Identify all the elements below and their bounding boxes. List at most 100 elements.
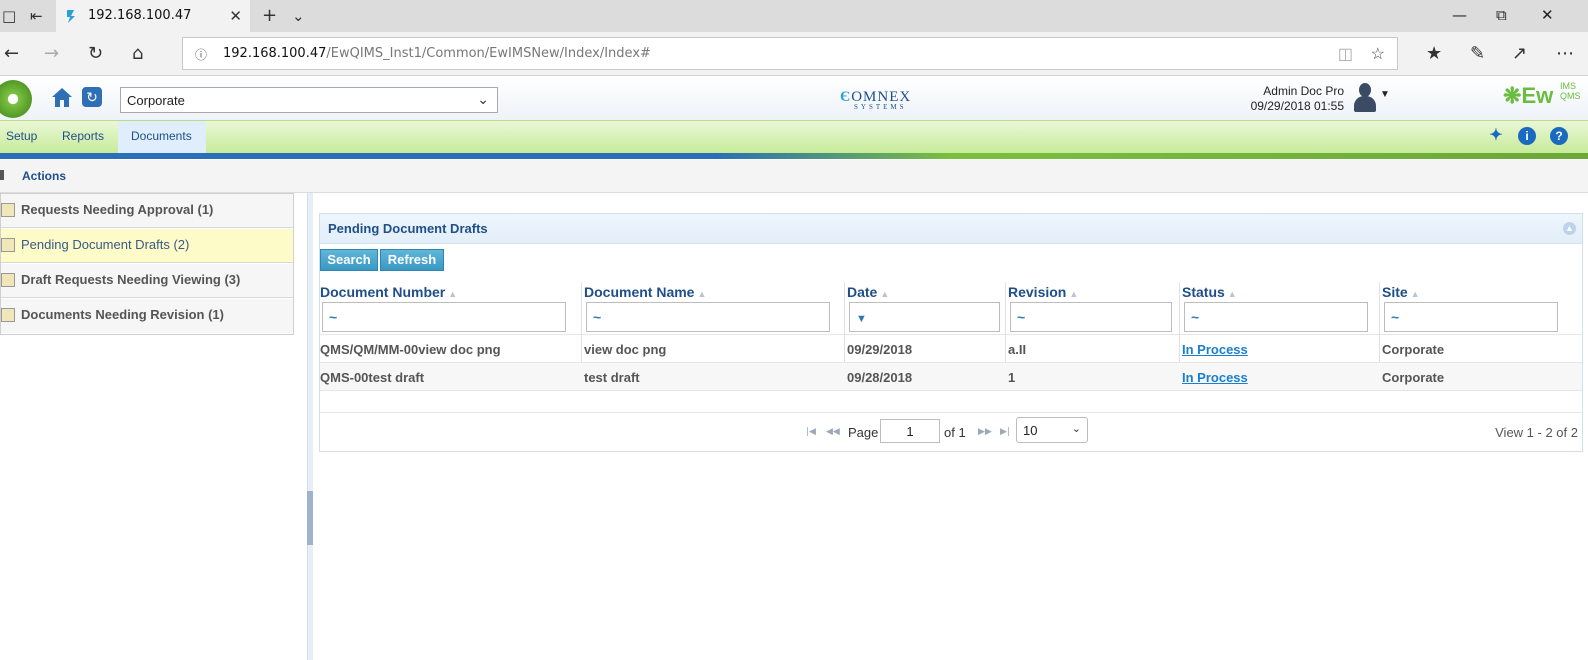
panel-splitter[interactable]	[307, 193, 313, 660]
menu-item-reports[interactable]: Reports	[62, 129, 104, 143]
sort-icon: ▲︎	[697, 289, 707, 299]
home-icon[interactable]: ⌂	[132, 43, 143, 64]
prev-page-icon[interactable]: ◀◀	[826, 427, 840, 437]
close-tab-icon[interactable]: ✕	[229, 7, 242, 25]
last-page-icon[interactable]: ▶|	[1000, 427, 1010, 437]
reload-icon[interactable]: ↻	[88, 43, 103, 64]
back-icon[interactable]: ←	[4, 43, 19, 64]
cell-document-number: QMS-00test draft	[320, 370, 425, 385]
site-select-value: Corporate	[127, 93, 185, 108]
search-button[interactable]: Search	[320, 249, 378, 271]
app-logo-icon	[0, 80, 32, 118]
table-empty-row	[320, 390, 1582, 412]
sidebar-item-requests-needing-approval[interactable]: Requests Needing Approval (1)	[1, 194, 293, 228]
grid-title: Pending Document Drafts	[328, 221, 488, 236]
menu-item-setup[interactable]: Setup	[6, 129, 37, 143]
grid-title-bar: Pending Document Drafts ▲	[320, 214, 1582, 244]
filter-date[interactable]: ▼	[849, 302, 1000, 332]
info-icon[interactable]: i	[1518, 127, 1536, 145]
table-row[interactable]: QMS-00test draft test draft 09/28/2018 1…	[320, 362, 1582, 390]
filter-document-number[interactable]: ~	[322, 302, 566, 332]
status-link[interactable]: In Process	[1182, 342, 1248, 357]
site-favicon-icon	[67, 10, 75, 23]
column-header-date[interactable]: Date ▲︎	[847, 284, 889, 300]
filter-revision[interactable]: ~	[1010, 302, 1172, 332]
cell-date: 09/29/2018	[847, 342, 913, 357]
set-aside-tabs-icon[interactable]: ⇤	[30, 7, 43, 25]
breadcrumb: Actions	[0, 160, 1588, 193]
tab-list-chevron-icon[interactable]: ⌄	[292, 7, 305, 25]
cell-site: Corporate	[1382, 370, 1445, 385]
draft-view-icon	[1, 273, 15, 287]
breadcrumb-current[interactable]: Actions	[22, 169, 66, 183]
cell-document-name: view doc png	[584, 342, 667, 357]
tab-actions-icon[interactable]: □	[2, 7, 16, 25]
sidebar-item-pending-document-drafts[interactable]: Pending Document Drafts (2)	[1, 229, 293, 263]
refresh-app-icon[interactable]: ↻	[82, 87, 102, 107]
first-page-icon[interactable]: |◀	[806, 427, 816, 437]
filter-funnel-icon: ▼	[856, 313, 867, 325]
reading-view-icon[interactable]: ◫	[1338, 44, 1353, 64]
sort-icon: ▲︎	[880, 289, 890, 299]
help-icon[interactable]: ?	[1550, 127, 1568, 145]
pending-drafts-grid: Pending Document Drafts ▲ Search Refresh…	[319, 213, 1583, 452]
avatar[interactable]	[1352, 81, 1378, 113]
page-size-select[interactable]: 10 ⌄	[1016, 417, 1088, 443]
user-menu-caret-icon[interactable]: ▼	[1380, 89, 1390, 100]
site-info-icon[interactable]: ⓘ	[195, 46, 207, 63]
user-name: Admin Doc Pro	[1263, 84, 1344, 98]
browser-toolbar: ← → ↻ ⌂ ⓘ 192.168.100.47/EwQIMS_Inst1/Co…	[0, 32, 1588, 76]
sidebar-item-documents-needing-revision[interactable]: Documents Needing Revision (1)	[1, 299, 293, 333]
minimize-icon[interactable]: —	[1452, 6, 1467, 24]
filter-status[interactable]: ~	[1184, 302, 1368, 332]
column-header-status[interactable]: Status ▲︎	[1182, 284, 1237, 300]
browser-tab[interactable]: 192.168.100.47 ✕	[56, 0, 250, 32]
forward-icon[interactable]: →	[44, 43, 59, 64]
app-header: ↻ Corporate ⌄ ЄOMNEX SYSTEMS Admin Doc P…	[0, 77, 1588, 120]
page-label: Page	[848, 425, 879, 440]
favorites-list-icon[interactable]: ★	[1426, 43, 1442, 64]
main-menu-bar: Setup Reports Documents ✦ i ?	[0, 120, 1588, 153]
restore-icon[interactable]: ⧉	[1496, 6, 1507, 24]
column-header-site[interactable]: Site ▲︎	[1382, 284, 1420, 300]
page-size-value: 10	[1023, 423, 1038, 438]
ewqims-logo-sub: IMS QMS	[1560, 81, 1581, 101]
refresh-button[interactable]: Refresh	[380, 249, 444, 271]
pin-icon[interactable]: ✦	[1487, 127, 1505, 145]
status-link[interactable]: In Process	[1182, 370, 1248, 385]
column-header-document-name[interactable]: Document Name ▲︎	[584, 284, 706, 300]
home-nav-icon[interactable]	[50, 85, 74, 109]
sort-icon: ▲︎	[1069, 289, 1079, 299]
more-icon[interactable]: ⋯	[1556, 43, 1574, 64]
filter-site[interactable]: ~	[1384, 302, 1558, 332]
pager: |◀ ◀◀ Page 1 of 1 ▶▶ ▶| 10 ⌄ View 1 - 2 …	[320, 412, 1582, 452]
omnex-logo: ЄOMNEX SYSTEMS	[840, 89, 912, 111]
column-header-revision[interactable]: Revision ▲︎	[1008, 284, 1078, 300]
filter-document-name[interactable]: ~	[586, 302, 830, 332]
sort-icon: ▲︎	[1410, 289, 1420, 299]
share-icon[interactable]: ↗	[1512, 43, 1527, 64]
table-row[interactable]: QMS/QM/MM-00view doc png view doc png 09…	[320, 334, 1582, 362]
pen-icon[interactable]: ✎	[1470, 43, 1485, 64]
cell-revision: 1	[1008, 370, 1016, 385]
splitter-handle[interactable]	[307, 491, 313, 545]
sidebar-item-label: Requests Needing Approval (1)	[21, 202, 214, 217]
browser-tab-strip: □ ⇤ 192.168.100.47 ✕ + ⌄ — ⧉ ✕	[0, 0, 1588, 32]
collapse-icon[interactable]: ▲	[1563, 222, 1576, 235]
address-url: 192.168.100.47/EwQIMS_Inst1/Common/EwIMS…	[223, 46, 651, 61]
next-page-icon[interactable]: ▶▶	[978, 427, 992, 437]
new-tab-icon[interactable]: +	[262, 5, 277, 26]
page-number-input[interactable]: 1	[880, 419, 940, 443]
address-bar[interactable]: ⓘ 192.168.100.47/EwQIMS_Inst1/Common/EwI…	[182, 37, 1398, 70]
favorite-star-icon[interactable]: ☆	[1371, 44, 1385, 64]
menu-item-documents[interactable]: Documents	[131, 129, 192, 143]
sidebar-item-draft-requests-needing-viewing[interactable]: Draft Requests Needing Viewing (3)	[1, 264, 293, 298]
chevron-down-icon: ⌄	[477, 91, 489, 107]
site-select[interactable]: Corporate ⌄	[120, 87, 498, 113]
ewqims-logo: ❋Ew	[1503, 83, 1554, 108]
cell-document-name: test draft	[584, 370, 640, 385]
draft-edit-icon	[1, 238, 15, 252]
breadcrumb-home-icon[interactable]	[0, 170, 4, 180]
window-close-icon[interactable]: ✕	[1541, 6, 1554, 24]
column-header-document-number[interactable]: Document Number ▲︎	[320, 284, 457, 300]
